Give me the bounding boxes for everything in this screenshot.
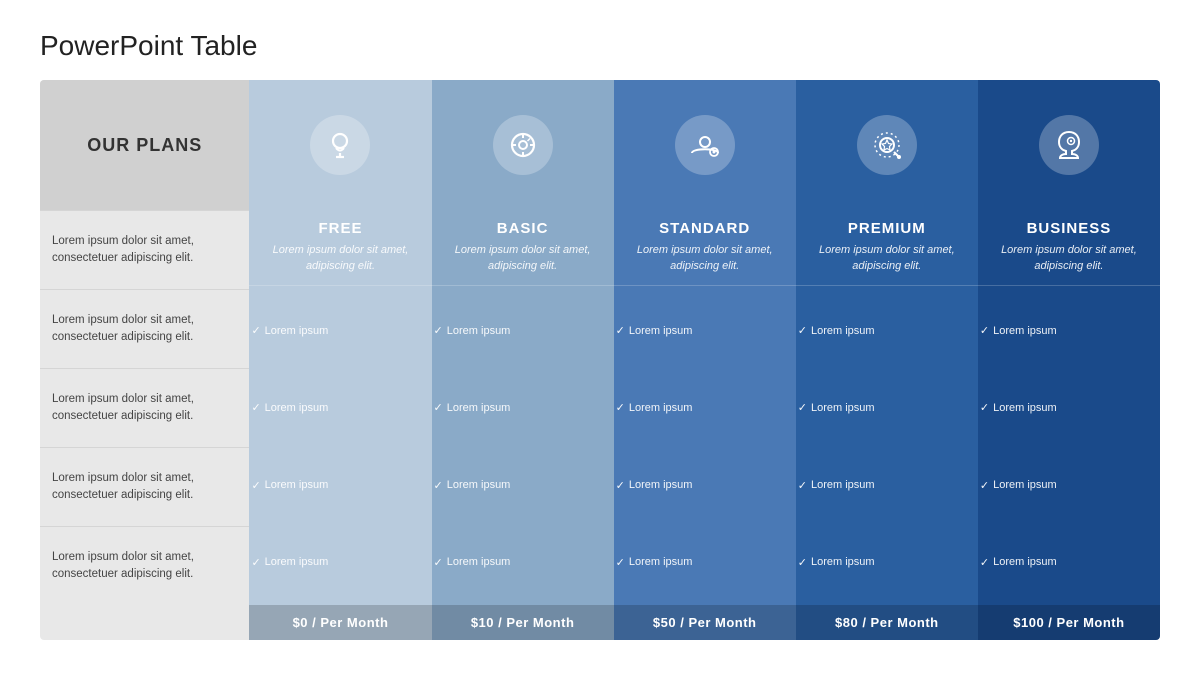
- basic-plan-desc: Lorem ipsum dolor sit amet, adipiscing e…: [432, 241, 614, 283]
- basic-feature-3: ✓Lorem ipsum: [432, 475, 614, 496]
- premium-feature-2: ✓Lorem ipsum: [796, 397, 978, 418]
- plans-header: OUR PLANS: [40, 80, 249, 210]
- standard-feature-2: ✓Lorem ipsum: [614, 397, 796, 418]
- business-price: $100 / Per Month: [978, 605, 1160, 640]
- page: PowerPoint Table OUR PLANS Lorem ipsum d…: [0, 0, 1200, 675]
- free-feature-1: ✓Lorem ipsum: [249, 320, 431, 341]
- left-row-5: Lorem ipsum dolor sit amet, consectetuer…: [40, 526, 249, 605]
- premium-header: [796, 80, 978, 210]
- free-price: $0 / Per Month: [249, 605, 431, 640]
- business-feature-4: ✓Lorem ipsum: [978, 552, 1160, 573]
- left-row-3: Lorem ipsum dolor sit amet, consectetuer…: [40, 368, 249, 447]
- business-icon: [1039, 115, 1099, 175]
- standard-feature-3: ✓Lorem ipsum: [614, 475, 796, 496]
- premium-icon: [857, 115, 917, 175]
- basic-feature-2: ✓Lorem ipsum: [432, 397, 614, 418]
- plans-body: Lorem ipsum dolor sit amet, consectetuer…: [40, 210, 249, 605]
- standard-feature-4: ✓Lorem ipsum: [614, 552, 796, 573]
- business-feature-3: ✓Lorem ipsum: [978, 475, 1160, 496]
- standard-plan-desc: Lorem ipsum dolor sit amet, adipiscing e…: [614, 241, 796, 283]
- free-feature-2: ✓Lorem ipsum: [249, 397, 431, 418]
- col-free: FREE Lorem ipsum dolor sit amet, adipisc…: [249, 80, 431, 640]
- premium-plan-desc: Lorem ipsum dolor sit amet, adipiscing e…: [796, 241, 978, 283]
- business-plan-name: BUSINESS: [978, 210, 1160, 241]
- business-feature-1: ✓Lorem ipsum: [978, 320, 1160, 341]
- plans-label: OUR PLANS: [87, 135, 202, 156]
- premium-feature-1: ✓Lorem ipsum: [796, 320, 978, 341]
- basic-feature-1: ✓Lorem ipsum: [432, 320, 614, 341]
- free-icon: [310, 115, 370, 175]
- basic-price: $10 / Per Month: [432, 605, 614, 640]
- col-business: BUSINESS Lorem ipsum dolor sit amet, adi…: [978, 80, 1160, 640]
- basic-icon: [493, 115, 553, 175]
- premium-feature-4: ✓Lorem ipsum: [796, 552, 978, 573]
- standard-icon: [675, 115, 735, 175]
- business-header: [978, 80, 1160, 210]
- basic-header: [432, 80, 614, 210]
- premium-features: ✓Lorem ipsum ✓Lorem ipsum ✓Lorem ipsum ✓…: [796, 288, 978, 605]
- premium-feature-3: ✓Lorem ipsum: [796, 475, 978, 496]
- col-standard: STANDARD Lorem ipsum dolor sit amet, adi…: [614, 80, 796, 640]
- premium-plan-name: PREMIUM: [796, 210, 978, 241]
- free-header: [249, 80, 431, 210]
- left-row-4: Lorem ipsum dolor sit amet, consectetuer…: [40, 447, 249, 526]
- business-feature-2: ✓Lorem ipsum: [978, 397, 1160, 418]
- pricing-table: OUR PLANS Lorem ipsum dolor sit amet, co…: [40, 80, 1160, 640]
- standard-header: [614, 80, 796, 210]
- free-feature-4: ✓Lorem ipsum: [249, 552, 431, 573]
- standard-feature-1: ✓Lorem ipsum: [614, 320, 796, 341]
- free-plan-desc: Lorem ipsum dolor sit amet, adipiscing e…: [249, 241, 431, 283]
- free-feature-3: ✓Lorem ipsum: [249, 475, 431, 496]
- standard-features: ✓Lorem ipsum ✓Lorem ipsum ✓Lorem ipsum ✓…: [614, 288, 796, 605]
- standard-plan-name: STANDARD: [614, 210, 796, 241]
- left-row-1: Lorem ipsum dolor sit amet, consectetuer…: [40, 210, 249, 289]
- basic-feature-4: ✓Lorem ipsum: [432, 552, 614, 573]
- left-row-2: Lorem ipsum dolor sit amet, consectetuer…: [40, 289, 249, 368]
- page-title: PowerPoint Table: [40, 30, 1160, 62]
- business-plan-desc: Lorem ipsum dolor sit amet, adipiscing e…: [978, 241, 1160, 283]
- business-features: ✓Lorem ipsum ✓Lorem ipsum ✓Lorem ipsum ✓…: [978, 288, 1160, 605]
- plans-column: OUR PLANS Lorem ipsum dolor sit amet, co…: [40, 80, 249, 640]
- col-premium: PREMIUM Lorem ipsum dolor sit amet, adip…: [796, 80, 978, 640]
- basic-features: ✓Lorem ipsum ✓Lorem ipsum ✓Lorem ipsum ✓…: [432, 288, 614, 605]
- basic-plan-name: BASIC: [432, 210, 614, 241]
- premium-price: $80 / Per Month: [796, 605, 978, 640]
- free-features: ✓Lorem ipsum ✓Lorem ipsum ✓Lorem ipsum ✓…: [249, 288, 431, 605]
- col-basic: BASIC Lorem ipsum dolor sit amet, adipis…: [432, 80, 614, 640]
- free-plan-name: FREE: [249, 210, 431, 241]
- standard-price: $50 / Per Month: [614, 605, 796, 640]
